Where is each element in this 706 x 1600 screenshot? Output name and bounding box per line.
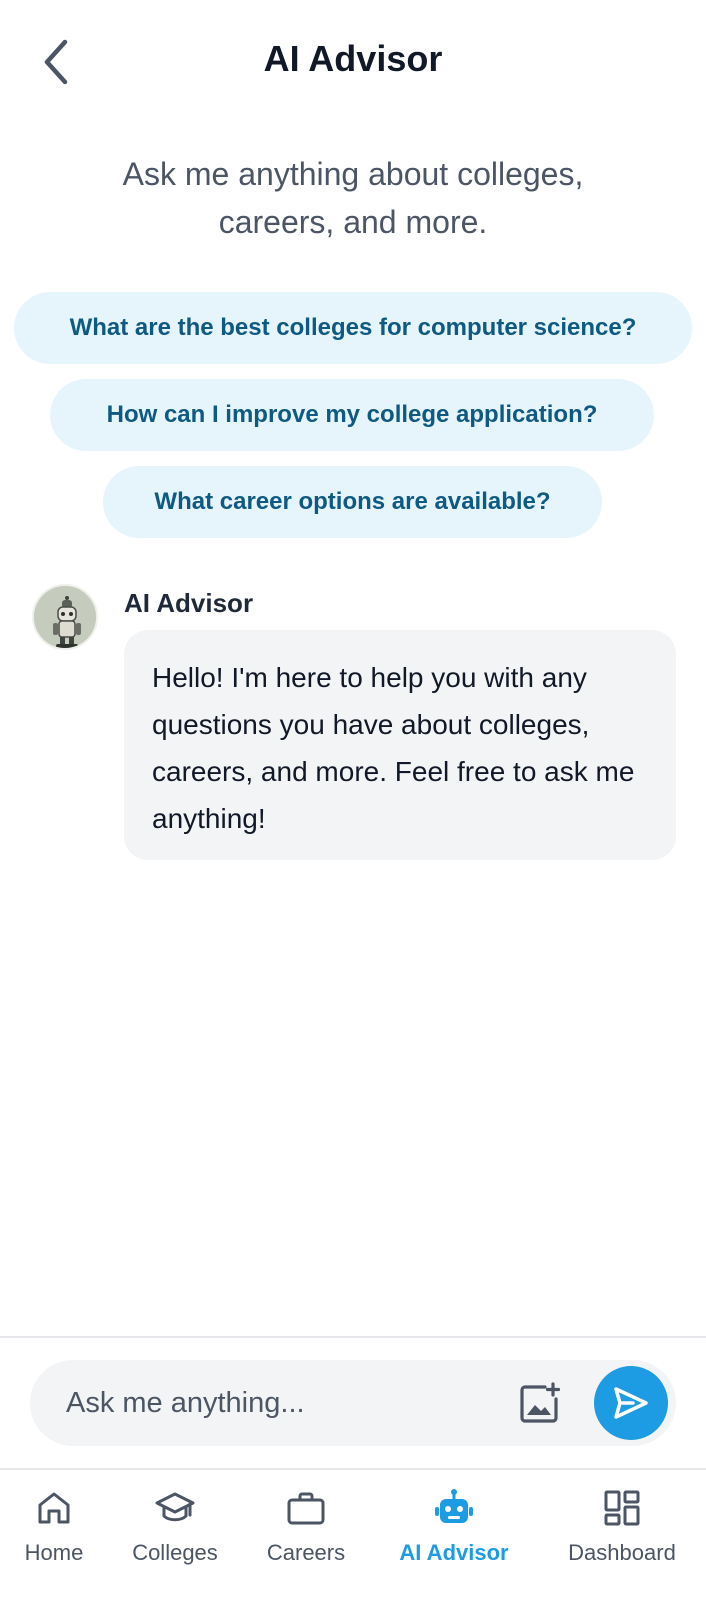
intro-text: Ask me anything about colleges, careers,… bbox=[60, 150, 646, 246]
bottom-navigation: Home Colleges Careers AI Advisor Dashboa… bbox=[0, 1468, 706, 1600]
nav-label-colleges: Colleges bbox=[132, 1540, 218, 1565]
nav-item-careers[interactable]: Careers bbox=[258, 1488, 354, 1588]
suggestion-chip-career-options[interactable]: What career options are available? bbox=[103, 466, 602, 538]
chat-input-bar bbox=[0, 1336, 706, 1468]
nav-item-dashboard[interactable]: Dashboard bbox=[554, 1488, 690, 1588]
robot-avatar bbox=[32, 584, 98, 650]
send-button[interactable] bbox=[594, 1366, 668, 1440]
home-icon bbox=[38, 1492, 70, 1524]
nav-item-ai-advisor[interactable]: AI Advisor bbox=[386, 1488, 522, 1588]
briefcase-icon bbox=[287, 1492, 325, 1525]
nav-item-colleges[interactable]: Colleges bbox=[122, 1488, 228, 1588]
dashboard-icon bbox=[604, 1490, 640, 1526]
message-sender: AI Advisor bbox=[124, 588, 254, 618]
intro-line-2: careers, and more. bbox=[218, 204, 488, 240]
nav-item-home[interactable]: Home bbox=[12, 1488, 96, 1588]
chat-input[interactable] bbox=[66, 1360, 506, 1446]
suggestion-chip-college-application[interactable]: How can I improve my college application… bbox=[50, 379, 654, 451]
nav-label-ai-advisor: AI Advisor bbox=[399, 1540, 509, 1565]
add-image-button[interactable] bbox=[518, 1381, 562, 1425]
robot-icon bbox=[435, 1489, 473, 1523]
send-icon bbox=[614, 1387, 648, 1419]
header: AI Advisor bbox=[0, 0, 706, 126]
chat-input-container bbox=[30, 1360, 676, 1446]
intro-line-1: Ask me anything about colleges, bbox=[122, 156, 584, 192]
nav-label-dashboard: Dashboard bbox=[568, 1540, 676, 1565]
message-text: Hello! I'm here to help you with any que… bbox=[152, 662, 635, 834]
message-bubble: Hello! I'm here to help you with any que… bbox=[124, 630, 676, 860]
suggestion-chip-computer-science[interactable]: What are the best colleges for computer … bbox=[14, 292, 692, 364]
nav-label-careers: Careers bbox=[266, 1540, 346, 1565]
add-image-icon bbox=[520, 1382, 561, 1423]
nav-label-home: Home bbox=[24, 1540, 84, 1565]
page-title: AI Advisor bbox=[263, 38, 443, 79]
graduation-cap-icon bbox=[155, 1492, 195, 1522]
